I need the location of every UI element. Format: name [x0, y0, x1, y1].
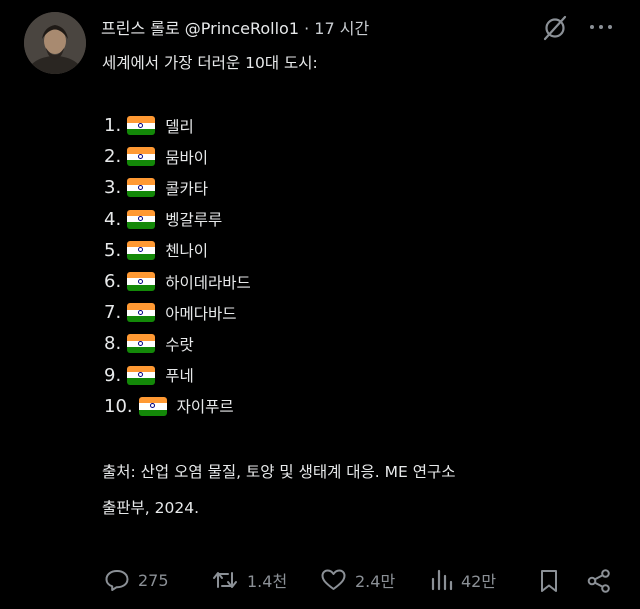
author-handle[interactable]: @PrinceRollo1 — [185, 19, 299, 38]
list-item: 9. 푸네 — [104, 360, 251, 391]
avatar-image — [24, 12, 86, 74]
list-item: 2. 뭄바이 — [104, 141, 251, 172]
more-icon[interactable] — [586, 15, 616, 39]
india-flag-icon — [127, 334, 156, 354]
list-item: 1. 델리 — [104, 110, 251, 141]
like-count: 2.4만 — [355, 572, 396, 591]
india-flag-icon — [127, 178, 156, 198]
list-number: 9. — [104, 364, 122, 386]
list-number: 10. — [104, 395, 133, 417]
list-number: 6. — [104, 271, 122, 293]
city-name: 델리 — [165, 117, 194, 136]
city-name: 뭄바이 — [165, 148, 208, 167]
list-number: 2. — [104, 146, 122, 168]
city-name: 콜카타 — [165, 179, 208, 198]
source-text-line-2: 출판부, 2024. — [102, 499, 200, 517]
city-name: 아메다바드 — [165, 304, 237, 323]
header-separator: · — [304, 19, 310, 38]
repost-button[interactable]: 1.4천 — [211, 568, 287, 592]
city-name: 벵갈루루 — [165, 211, 223, 230]
reply-button[interactable]: 275 — [104, 568, 169, 592]
bookmark-icon — [541, 570, 557, 592]
city-name: 하이데라바드 — [165, 273, 251, 292]
list-number: 5. — [104, 239, 122, 261]
views-icon — [431, 569, 453, 591]
bookmark-button[interactable] — [538, 568, 560, 594]
list-item: 7. 아메다바드 — [104, 297, 251, 328]
share-button[interactable] — [586, 568, 612, 594]
reply-icon — [105, 570, 129, 591]
list-number: 4. — [104, 208, 122, 230]
heart-icon — [321, 569, 346, 590]
city-name: 수랏 — [165, 335, 194, 354]
list-number: 3. — [104, 177, 122, 199]
reply-count: 275 — [138, 570, 169, 590]
list-item: 8. 수랏 — [104, 328, 251, 359]
repost-icon — [213, 572, 237, 588]
city-list: 1. 델리 2. 뭄바이 3. 콜카타 4. 벵갈루루 5. 첸나이 6. 하이… — [104, 110, 251, 422]
views-button[interactable]: 42만 — [429, 568, 496, 592]
share-icon — [587, 569, 610, 593]
list-item: 5. 첸나이 — [104, 235, 251, 266]
city-name: 자이푸르 — [176, 398, 234, 417]
india-flag-icon — [127, 365, 156, 385]
like-button[interactable]: 2.4만 — [320, 568, 395, 592]
post-intro: 세계에서 가장 더러운 10대 도시: — [102, 54, 318, 72]
list-number: 7. — [104, 302, 122, 324]
india-flag-icon — [127, 303, 156, 323]
india-flag-icon — [127, 209, 156, 229]
list-item: 10. 자이푸르 — [104, 391, 251, 422]
views-count: 42만 — [461, 572, 497, 591]
source-text-line-1: 출처: 산업 오염 물질, 토양 및 생태계 대응. ME 연구소 — [102, 463, 456, 481]
india-flag-icon — [127, 116, 156, 136]
city-name: 푸네 — [165, 367, 194, 386]
list-number: 8. — [104, 333, 122, 355]
list-item: 6. 하이데라바드 — [104, 266, 251, 297]
list-number: 1. — [104, 115, 122, 137]
author-name[interactable]: 프린스 롤로 — [101, 19, 180, 38]
post-time[interactable]: 17 시간 — [314, 19, 369, 38]
avatar[interactable] — [24, 12, 86, 74]
grok-icon[interactable] — [541, 14, 569, 42]
india-flag-icon — [127, 147, 156, 167]
india-flag-icon — [127, 240, 156, 260]
list-item: 4. 벵갈루루 — [104, 204, 251, 235]
india-flag-icon — [138, 396, 167, 416]
city-name: 첸나이 — [165, 242, 208, 261]
list-item: 3. 콜카타 — [104, 172, 251, 203]
india-flag-icon — [127, 272, 156, 292]
post-header: 프린스 롤로 @PrinceRollo1 · 17 시간 — [101, 15, 369, 39]
repost-count: 1.4천 — [247, 572, 288, 591]
